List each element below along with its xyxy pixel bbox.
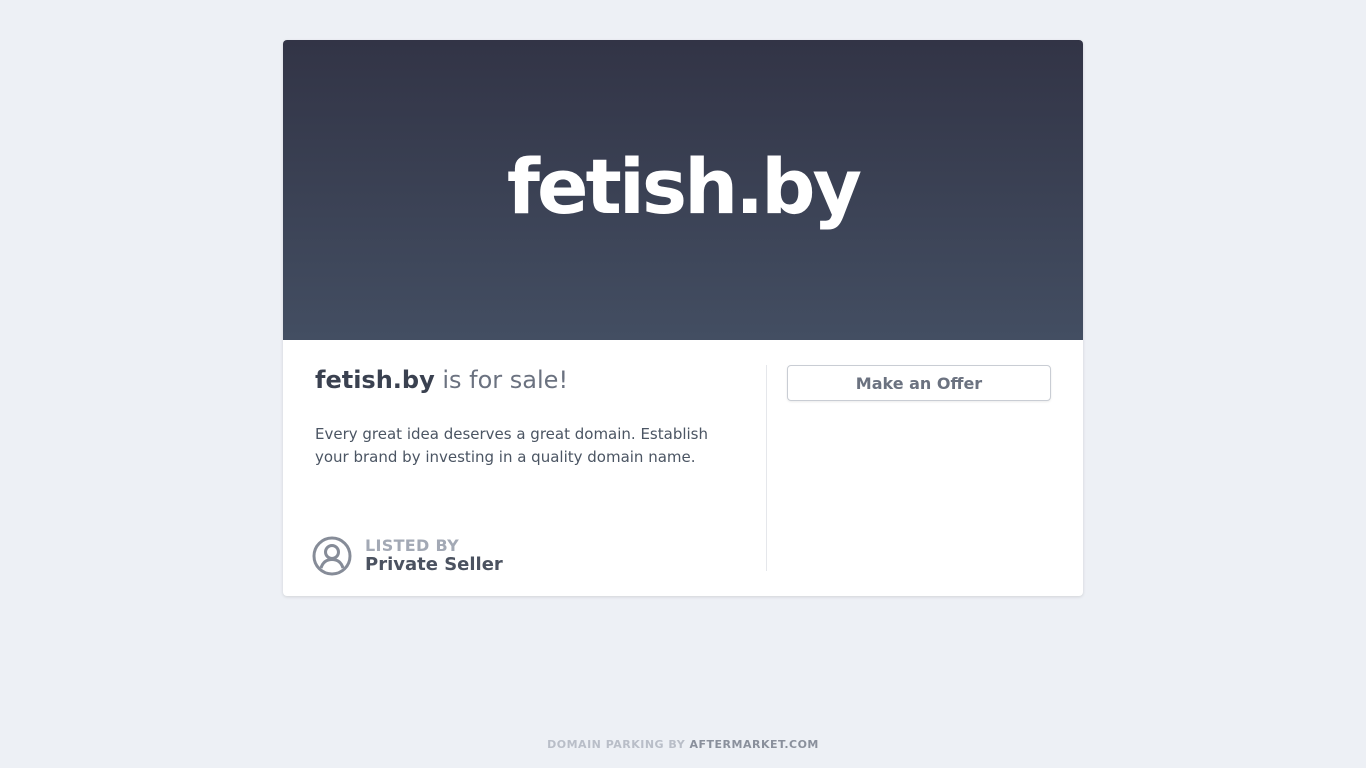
sale-headline: fetish.by is for sale! (315, 365, 568, 395)
footer-credit: DOMAIN PARKING BY AFTERMARKET.COM (0, 738, 1366, 752)
domain-sale-card: fetish.by fetish.by is for sale! Every g… (283, 40, 1083, 596)
headline-suffix: is for sale! (434, 366, 569, 394)
seller-name: Private Seller (365, 554, 503, 575)
listed-by-label: LISTED BY (365, 536, 459, 555)
listed-by: LISTED BY Private Seller (312, 536, 503, 576)
footer-brand-link[interactable]: AFTERMARKET.COM (690, 738, 819, 751)
footer-prefix: DOMAIN PARKING BY (547, 738, 690, 751)
user-circle-icon (312, 536, 352, 576)
vertical-divider (766, 365, 767, 571)
sale-description: Every great idea deserves a great domain… (315, 425, 708, 466)
listed-by-text: LISTED BY Private Seller (365, 537, 503, 575)
sale-info: fetish.by is for sale! Every great idea … (312, 365, 765, 576)
hero-domain-title: fetish.by (506, 142, 862, 231)
make-offer-button[interactable]: Make an Offer (787, 365, 1051, 401)
headline-domain: fetish.by (315, 366, 435, 394)
hero-banner: fetish.by (283, 40, 1083, 340)
